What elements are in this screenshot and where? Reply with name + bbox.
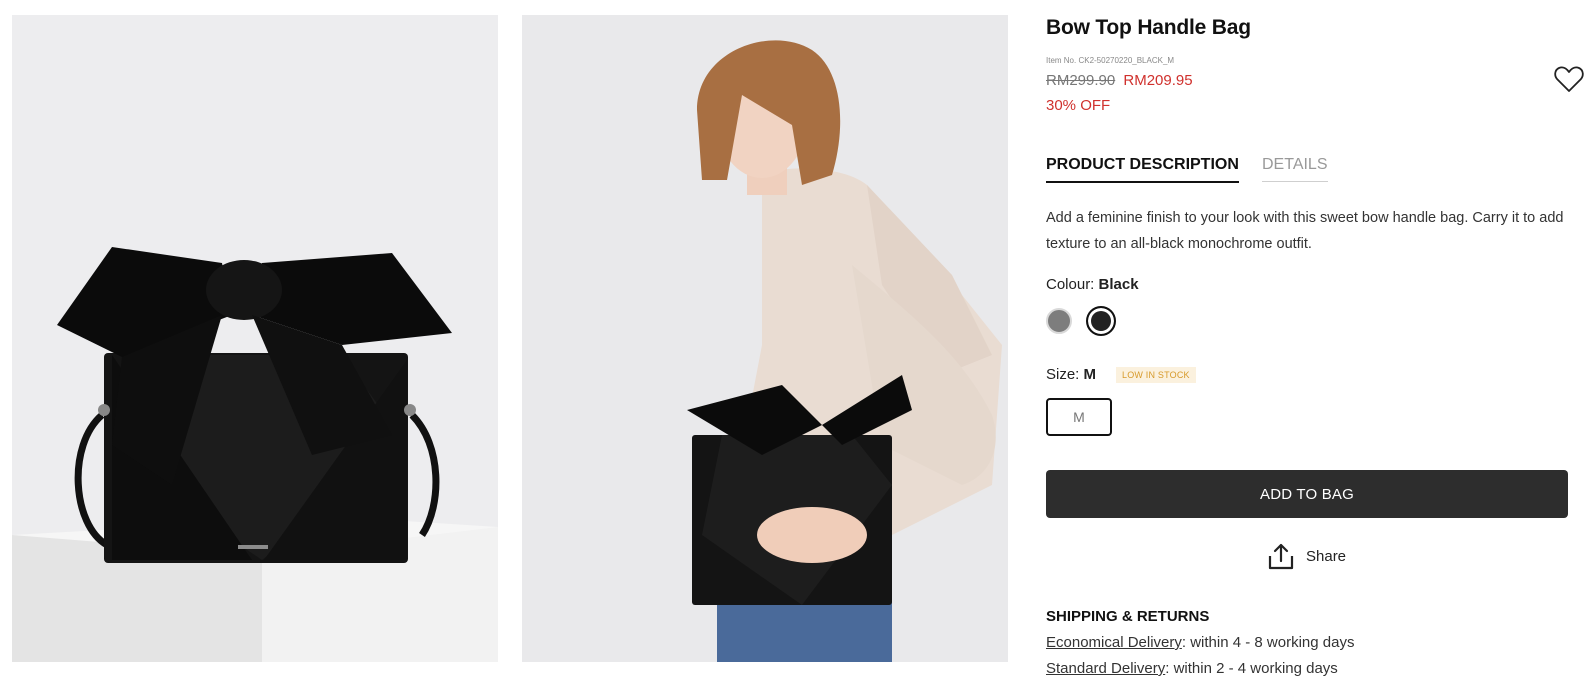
economical-delivery-link[interactable]: Economical Delivery — [1046, 634, 1182, 651]
tab-product-description[interactable]: PRODUCT DESCRIPTION — [1046, 156, 1239, 183]
product-title: Bow Top Handle Bag — [1046, 16, 1251, 39]
standard-delivery-text: : within 2 - 4 working days — [1165, 660, 1338, 677]
shipping-line-economical: Economical Delivery: within 4 - 8 workin… — [1046, 634, 1354, 651]
item-number: Item No. CK2-50270220_BLACK_M — [1046, 56, 1175, 65]
sale-price: RM209.95 — [1123, 72, 1193, 89]
shipping-returns-title: SHIPPING & RETURNS — [1046, 608, 1210, 625]
product-page: Bow Top Handle Bag Item No. CK2-50270220… — [0, 0, 1590, 692]
add-to-bag-button[interactable]: ADD TO BAG — [1046, 470, 1568, 518]
model-photo[interactable] — [522, 15, 1008, 662]
colour-label: Colour: Black — [1046, 276, 1139, 293]
size-label: Size: M — [1046, 366, 1096, 383]
standard-delivery-link[interactable]: Standard Delivery — [1046, 660, 1165, 677]
product-tabs: PRODUCT DESCRIPTION DETAILS — [1046, 156, 1346, 186]
share-upload-icon — [1268, 543, 1294, 570]
colour-swatch-grey[interactable] — [1046, 308, 1072, 334]
shipping-line-standard: Standard Delivery: within 2 - 4 working … — [1046, 660, 1338, 677]
economical-delivery-text: : within 4 - 8 working days — [1181, 634, 1355, 651]
price-row: RM299.90 RM209.95 — [1046, 72, 1193, 89]
heart-icon — [1554, 66, 1584, 92]
product-description-text: Add a feminine finish to your look with … — [1046, 210, 1564, 252]
discount-label: 30% OFF — [1046, 97, 1111, 114]
colour-swatch-black[interactable] — [1086, 306, 1116, 336]
share-label: Share — [1306, 547, 1347, 565]
tab-details[interactable]: DETAILS — [1262, 156, 1328, 182]
original-price: RM299.90 — [1046, 72, 1116, 89]
bag-model-image — [522, 15, 1008, 662]
product-info-panel: Bow Top Handle Bag Item No. CK2-50270220… — [1046, 0, 1584, 692]
share-button[interactable]: Share — [1268, 541, 1346, 571]
size-selected: M — [1083, 366, 1097, 383]
size-label-text: Size: — [1046, 366, 1080, 383]
wishlist-button[interactable] — [1554, 65, 1584, 93]
colour-selected: Black — [1098, 276, 1139, 293]
size-option-m[interactable]: M — [1046, 398, 1112, 436]
stock-badge: LOW IN STOCK — [1116, 367, 1196, 383]
product-photo[interactable] — [12, 15, 498, 662]
colour-label-text: Colour: — [1046, 276, 1095, 293]
bag-product-image — [12, 15, 498, 662]
